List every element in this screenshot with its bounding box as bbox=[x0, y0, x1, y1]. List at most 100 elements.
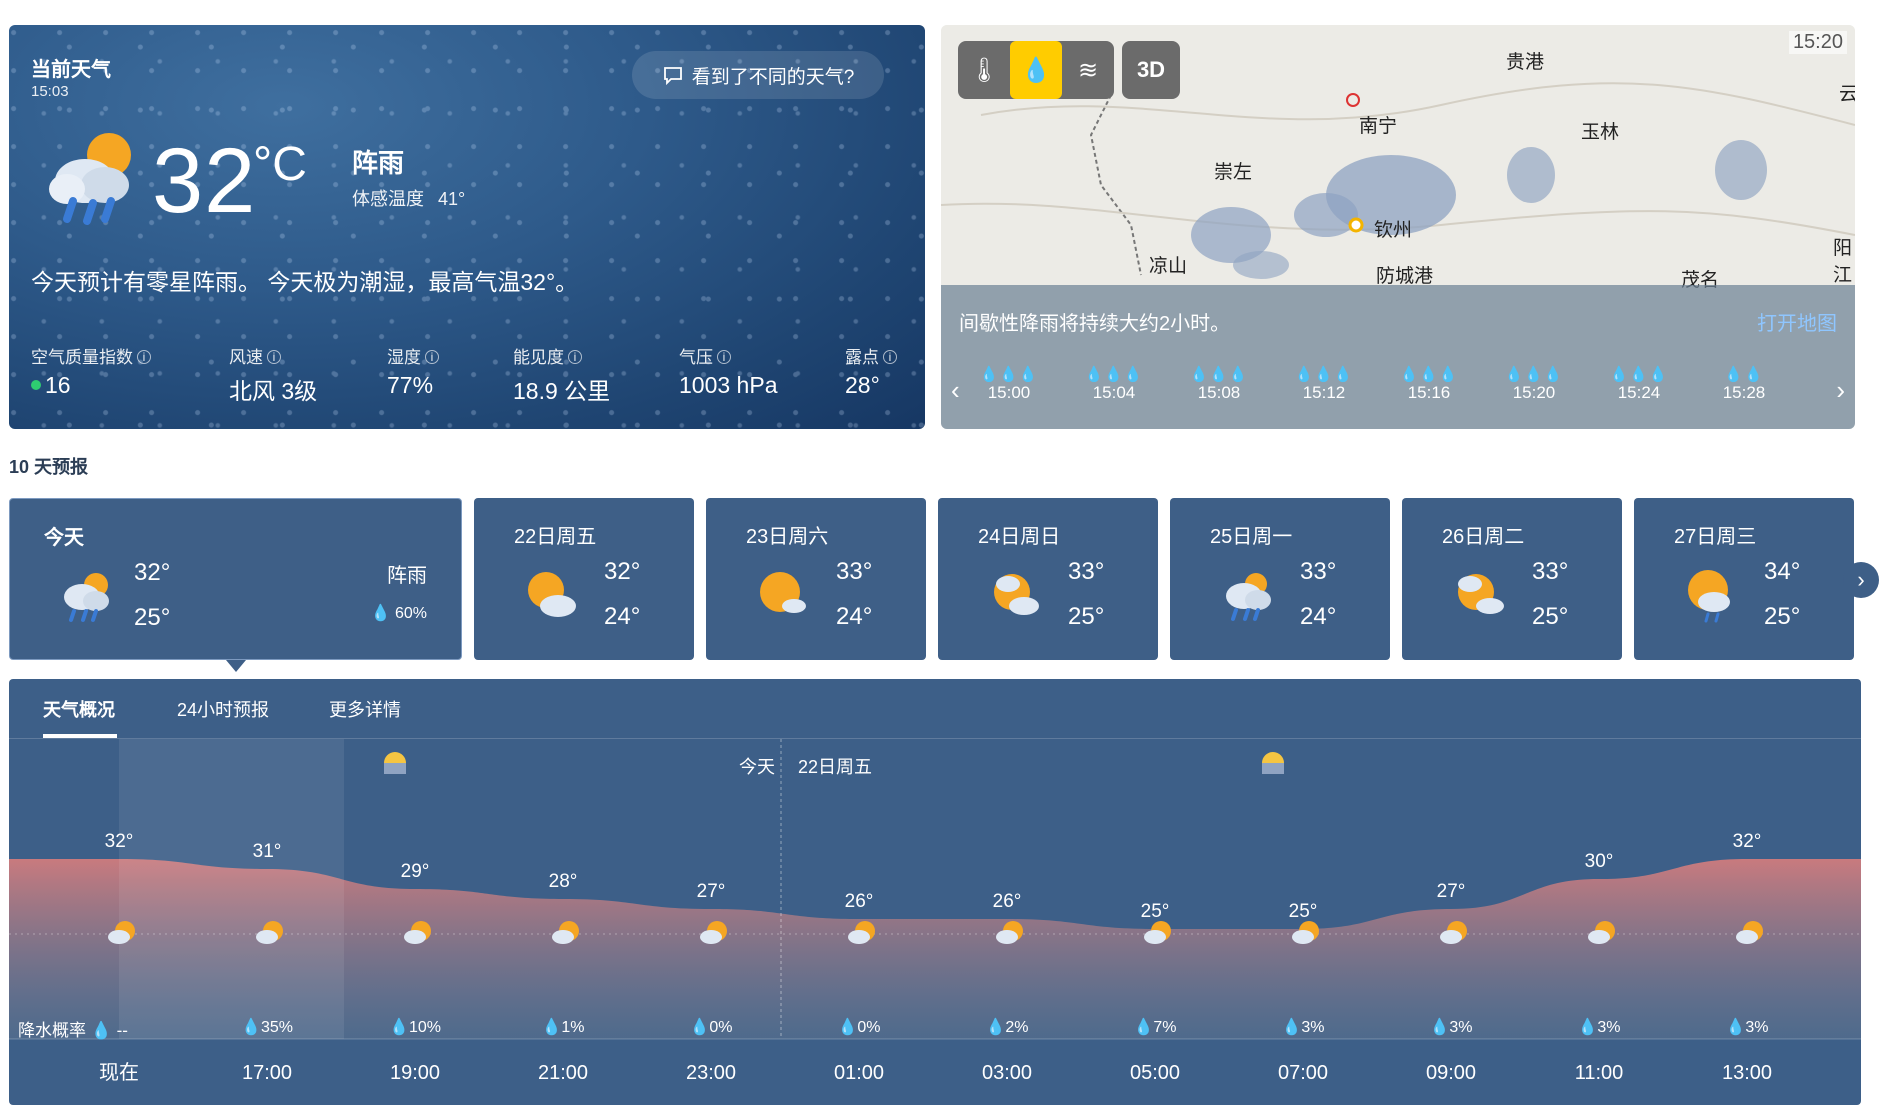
tab-more-details[interactable]: 更多详情 bbox=[329, 696, 401, 722]
sun-cloud-icon bbox=[1458, 574, 1504, 614]
metric-aqi[interactable]: 空气质量指数 i 16 bbox=[31, 343, 229, 406]
precip-timeline: 💧💧💧 15:00 💧💧💧 15:04 💧💧💧 15:08 💧💧💧 15:12 💧💧💧 1… bbox=[941, 365, 1855, 425]
feedback-button[interactable]: 看到了不同的天气? bbox=[632, 51, 884, 99]
open-map-link[interactable]: 打开地图 bbox=[1757, 307, 1837, 336]
today-marker-label: 今天 bbox=[739, 757, 775, 777]
day-name: 25日周一 bbox=[1210, 526, 1293, 548]
info-icon: i bbox=[425, 350, 439, 364]
hour-label: 03:00 bbox=[982, 1062, 1032, 1084]
sun-position-icon bbox=[384, 752, 406, 774]
day-high: 33° bbox=[1532, 558, 1569, 585]
day-card[interactable]: 25日周一 33° 24° bbox=[1170, 498, 1390, 660]
day-card[interactable]: 27日周三 34° 25° bbox=[1634, 498, 1854, 660]
day-low: 24° bbox=[836, 603, 873, 630]
map-layer-tools: 🌡 💧 ≋ 3D bbox=[958, 41, 1180, 99]
day-condition: 阵雨 bbox=[387, 565, 427, 587]
temperature-label: 26° bbox=[845, 891, 874, 912]
drops-icon: 💧💧💧 bbox=[1609, 366, 1669, 383]
hour-label: 21:00 bbox=[538, 1062, 588, 1084]
day-low: 24° bbox=[604, 603, 641, 630]
city-label: 凉山 bbox=[1149, 256, 1188, 277]
day-name: 今天 bbox=[44, 527, 84, 549]
next-day-marker-label: 22日周五 bbox=[798, 757, 873, 777]
hour-label: 23:00 bbox=[686, 1062, 736, 1084]
sun-cloud-icon bbox=[528, 572, 576, 617]
hour-label: 现在 bbox=[99, 1061, 139, 1084]
temperature-label: 26° bbox=[993, 891, 1022, 912]
info-icon: i bbox=[717, 350, 731, 364]
drops-icon: 💧💧💧 bbox=[1189, 366, 1249, 383]
metric-value: 18.9 公里 bbox=[513, 378, 611, 404]
raindrop-icon[interactable]: 💧 bbox=[1010, 41, 1062, 99]
sun-cloud-rain-icon bbox=[49, 133, 131, 225]
day-card-today[interactable]: 今天 32° 25° 阵雨 💧 60% bbox=[9, 498, 462, 660]
current-condition: 阵雨 bbox=[352, 148, 405, 178]
timeline-step[interactable]: 💧💧💧 15:20 bbox=[1494, 365, 1574, 403]
precip-chance-value: 💧2% bbox=[985, 1017, 1028, 1036]
timeline-step[interactable]: 💧💧💧 15:12 bbox=[1284, 365, 1364, 403]
map-time: 15:20 bbox=[1788, 31, 1847, 54]
precip-chance-label: 降水概率 💧 -- bbox=[18, 1016, 128, 1041]
timeline-time: 15:04 bbox=[1092, 383, 1136, 402]
timeline-time: 15:16 bbox=[1407, 383, 1451, 402]
metric-label: 气压 bbox=[679, 348, 713, 367]
metric-label: 能见度 bbox=[513, 348, 564, 367]
precip-chance-value: 💧1% bbox=[541, 1017, 584, 1036]
info-icon: i bbox=[883, 350, 897, 364]
city-label: 玉林 bbox=[1581, 122, 1620, 143]
daily-forecast-row: 今天 32° 25° 阵雨 💧 60% 22日周五 32° 24° 23日周六 … bbox=[9, 498, 1869, 660]
day-card[interactable]: 24日周日 33° 25° bbox=[938, 498, 1158, 660]
current-weather-time: 15:03 bbox=[31, 83, 69, 100]
active-tab-underline bbox=[43, 734, 117, 738]
day-name: 22日周五 bbox=[514, 526, 597, 548]
city-label: 崇左 bbox=[1214, 162, 1253, 183]
day-card[interactable]: 23日周六 33° 24° bbox=[706, 498, 926, 660]
timeline-step[interactable]: 💧💧💧 15:04 bbox=[1074, 365, 1154, 403]
day-low: 25° bbox=[1532, 603, 1569, 630]
metric-visibility[interactable]: 能见度 i 18.9 公里 bbox=[513, 343, 679, 406]
day-low: 25° bbox=[1068, 603, 1105, 630]
tab-24h[interactable]: 24小时预报 bbox=[177, 696, 269, 722]
precip-first-value: -- bbox=[116, 1021, 128, 1040]
radar-map[interactable]: 🌡 💧 ≋ 3D 15:20 贵港 南宁 玉林 崇左 钦州 凉山 防城港 茂名 … bbox=[941, 25, 1855, 429]
city-label: 防城港 bbox=[1376, 266, 1434, 287]
temperature-label: 27° bbox=[697, 881, 726, 902]
drops-icon: 💧💧 bbox=[1724, 366, 1764, 383]
temperature-label: 30° bbox=[1585, 851, 1614, 872]
weather-metrics: 空气质量指数 i 16 风速 i 北风 3级 湿度 i 77% 能见度 i 18.9 公… bbox=[31, 343, 925, 406]
precip-chance-value: 💧3% bbox=[1577, 1017, 1620, 1036]
day-card[interactable]: 26日周二 33° 25° bbox=[1402, 498, 1622, 660]
timeline-step[interactable]: 💧💧💧 15:16 bbox=[1389, 365, 1469, 403]
sun-cloud-icon bbox=[994, 574, 1039, 615]
selected-day-pointer bbox=[226, 660, 246, 672]
temperature-unit: °C bbox=[253, 138, 307, 191]
metric-humidity[interactable]: 湿度 i 77% bbox=[387, 343, 513, 406]
info-icon: i bbox=[137, 350, 151, 364]
metric-value: 16 bbox=[45, 372, 71, 398]
3d-button[interactable]: 3D bbox=[1122, 41, 1180, 99]
timeline-step[interactable]: 💧💧💧 15:08 bbox=[1179, 365, 1259, 403]
temperature-chart: 32° 31° 29° 28° 27° 26° 26° 25° 25° 27° 30° 32° 💧35%… bbox=[9, 739, 1861, 1084]
chat-icon bbox=[663, 67, 682, 86]
timeline-step[interactable]: 💧💧💧 15:24 bbox=[1599, 365, 1679, 403]
day-card[interactable]: 22日周五 32° 24° bbox=[474, 498, 694, 660]
temperature-label: 25° bbox=[1289, 901, 1318, 922]
forecast-next-button[interactable]: › bbox=[1843, 562, 1879, 598]
metric-dewpoint[interactable]: 露点 i 28° bbox=[845, 343, 925, 406]
metric-pressure[interactable]: 气压 i 1003 hPa bbox=[679, 343, 845, 406]
current-hour-highlight bbox=[119, 739, 344, 1039]
hour-label: 17:00 bbox=[242, 1062, 292, 1084]
city-label: 阳江 bbox=[1833, 238, 1853, 286]
tab-overview[interactable]: 天气概况 bbox=[43, 696, 115, 722]
timeline-step[interactable]: 💧💧 15:28 bbox=[1704, 365, 1784, 403]
city-label: 贵港 bbox=[1506, 52, 1545, 73]
drops-icon: 💧💧💧 bbox=[979, 366, 1039, 383]
thermometer-icon[interactable]: 🌡 bbox=[958, 41, 1010, 99]
timeline-step[interactable]: 💧💧💧 15:00 bbox=[969, 365, 1049, 403]
metric-wind[interactable]: 风速 i 北风 3级 bbox=[229, 343, 387, 406]
wind-icon[interactable]: ≋ bbox=[1062, 41, 1114, 99]
precip-chance-value: 💧0% bbox=[837, 1017, 880, 1036]
current-temperature: 32 bbox=[152, 130, 257, 232]
timeline-time: 15:20 bbox=[1512, 383, 1556, 402]
precip-chance-value: 💧0% bbox=[689, 1017, 732, 1036]
